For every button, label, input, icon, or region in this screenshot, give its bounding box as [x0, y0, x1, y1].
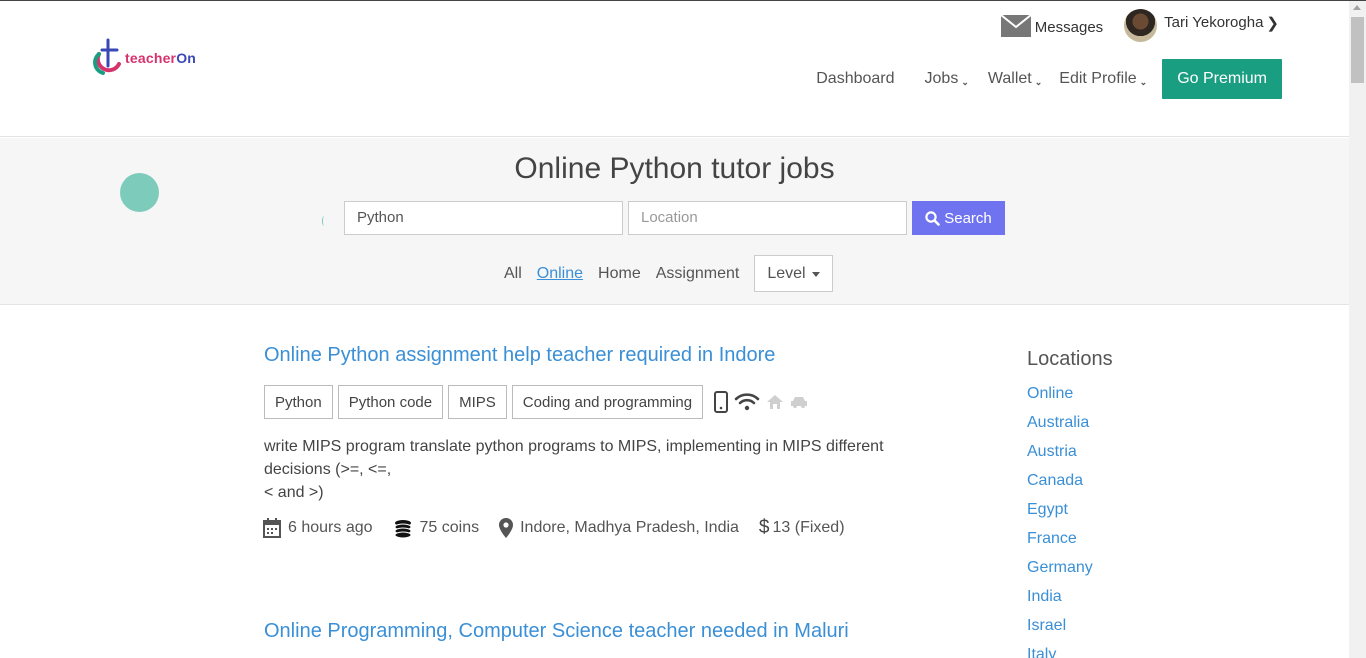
search-band: Online Python tutor jobs Python Location…: [0, 138, 1349, 305]
page-title: Online Python tutor jobs: [514, 152, 835, 185]
site-header: teacherOn Messages Tari Yekorogha ❯ Dash…: [0, 1, 1349, 137]
posted-time-text: 6 hours ago: [288, 519, 373, 536]
map-pin-icon: [499, 518, 514, 538]
nav-wallet[interactable]: Wallet ⌄: [988, 70, 1042, 88]
locations-heading: Locations: [1027, 348, 1113, 370]
job-description-line: < and >): [264, 484, 324, 501]
job-description: write MIPS program translate python prog…: [264, 435, 944, 504]
go-premium-button[interactable]: Go Premium: [1162, 59, 1282, 99]
coins-text: 75 coins: [419, 519, 480, 536]
location-link[interactable]: Egypt: [1027, 501, 1093, 530]
filter-home[interactable]: Home: [598, 265, 641, 283]
job-title[interactable]: Online Python assignment help teacher re…: [264, 344, 775, 367]
home-icon: [767, 395, 784, 409]
nav-label: Dashboard: [816, 70, 895, 87]
messages-label: Messages: [1034, 19, 1104, 36]
teacheron-logo[interactable]: teacherOn: [91, 36, 196, 78]
wifi-icon: [734, 393, 760, 411]
nav-label: Jobs: [924, 70, 959, 87]
nav-label: Edit Profile: [1059, 70, 1137, 87]
tag[interactable]: Coding and programming: [511, 385, 704, 419]
search-button[interactable]: Search: [912, 201, 1005, 235]
search-button-label: Search: [944, 209, 992, 227]
filter-assignment[interactable]: Assignment: [656, 265, 740, 283]
chevron-down-icon: ❯: [1266, 14, 1279, 32]
coins: 75 coins: [393, 518, 480, 538]
user-name: Tari Yekorogha: [1164, 14, 1264, 31]
job-meta: 6 hours ago 75 coins Indore, Madhya Prad…: [263, 517, 865, 539]
job-title[interactable]: Online Programming, Computer Science tea…: [264, 620, 849, 643]
locations-list: Online Australia Austria Canada Egypt Fr…: [1027, 385, 1093, 658]
location-link[interactable]: Austria: [1027, 443, 1093, 472]
posted-time: 6 hours ago: [263, 518, 373, 538]
scrollbar-thumb[interactable]: [1351, 17, 1364, 83]
location-link[interactable]: Canada: [1027, 472, 1093, 501]
level-dropdown[interactable]: Level: [754, 255, 833, 292]
topbar: Messages Tari Yekorogha ❯: [1000, 9, 1279, 42]
job-location-text: Indore, Madhya Pradesh, India: [520, 519, 739, 536]
location-link[interactable]: Italy: [1027, 646, 1093, 658]
nav-jobs[interactable]: Jobs ⌄: [925, 70, 969, 88]
caret-down-icon: [811, 272, 820, 277]
nav-dashboard[interactable]: Dashboard: [816, 70, 894, 88]
caret-down-icon: ⌄: [1139, 76, 1148, 87]
location-link[interactable]: Australia: [1027, 414, 1093, 443]
logo-text: teacherOn: [125, 50, 197, 66]
dollar-icon: $: [758, 517, 770, 538]
logo-mark-icon: [93, 38, 121, 75]
caret-down-icon: ⌄: [1034, 76, 1043, 87]
avatar: [1124, 9, 1158, 42]
tag[interactable]: MIPS: [448, 385, 507, 419]
car-icon: [791, 397, 808, 408]
search-icon: [925, 210, 941, 226]
user-menu[interactable]: Tari Yekorogha ❯: [1124, 9, 1279, 42]
job-tags: Python Python code MIPS Coding and progr…: [264, 385, 814, 419]
vertical-scrollbar[interactable]: [1349, 1, 1366, 658]
job-description-line: write MIPS program translate python prog…: [264, 438, 884, 455]
coins-icon: [394, 520, 412, 538]
caret-down-icon: ⌄: [961, 76, 969, 87]
location-link[interactable]: Germany: [1027, 559, 1093, 588]
location-input[interactable]: Location: [628, 201, 907, 235]
subject-search-input[interactable]: Python: [344, 201, 623, 235]
filter-all[interactable]: All: [504, 265, 522, 283]
filter-online[interactable]: Online: [537, 265, 583, 283]
location-link[interactable]: Online: [1027, 385, 1093, 414]
decorative-arc: [322, 216, 326, 226]
scroll-up-arrow-icon[interactable]: [1353, 5, 1361, 10]
location-link[interactable]: Israel: [1027, 617, 1093, 646]
job-price: $ 13 (Fixed): [759, 517, 845, 539]
filter-bar: All Online Home Assignment Level: [504, 255, 833, 292]
level-label: Level: [767, 264, 806, 282]
main-nav: Dashboard Jobs ⌄ Wallet ⌄ Edit Profile ⌄ Go…: [816, 59, 1282, 99]
nav-label: Wallet: [987, 70, 1032, 87]
tag[interactable]: Python: [264, 385, 333, 419]
job-price-text: 13 (Fixed): [772, 519, 845, 536]
mode-icons: [714, 391, 814, 413]
job-location: Indore, Madhya Pradesh, India: [499, 518, 739, 538]
messages-link[interactable]: Messages: [1000, 14, 1104, 37]
tag[interactable]: Python code: [337, 385, 444, 419]
calendar-icon: [263, 518, 281, 538]
nav-edit-profile[interactable]: Edit Profile ⌄: [1059, 70, 1147, 88]
phone-icon: [714, 391, 729, 413]
location-link[interactable]: France: [1027, 530, 1093, 559]
location-link[interactable]: India: [1027, 588, 1093, 617]
job-description-line: decisions (>=, <=,: [264, 461, 392, 478]
envelope-icon: [1000, 14, 1031, 37]
